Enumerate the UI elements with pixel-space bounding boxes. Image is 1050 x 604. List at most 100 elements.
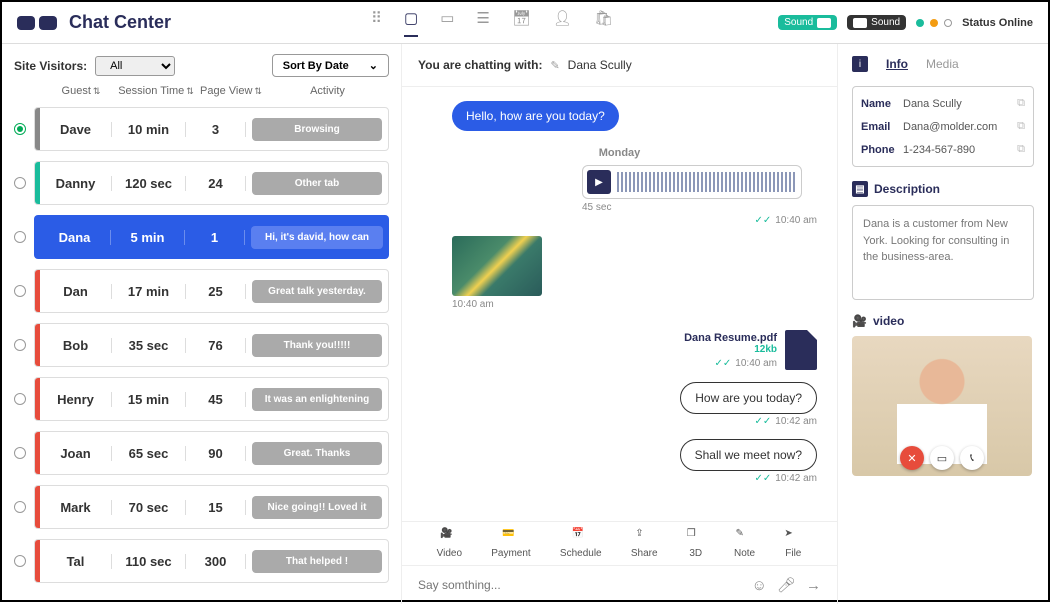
radio-select[interactable] xyxy=(14,339,26,351)
status-dot-yellow xyxy=(930,19,938,27)
tool-payment[interactable]: 💳Payment xyxy=(491,528,530,559)
contact-phone: 1-234-567-890 xyxy=(903,144,1017,156)
chat-contact-name: Dana Scully xyxy=(568,58,632,72)
bag-icon[interactable]: 🛍︎ xyxy=(594,9,613,37)
radio-select[interactable] xyxy=(14,285,26,297)
visitors-filter[interactable]: All xyxy=(95,56,175,76)
visitor-card[interactable]: Mark 70 sec 15 Nice going!! Loved it xyxy=(34,485,389,529)
radio-select[interactable] xyxy=(14,447,26,459)
status-text: Status Online xyxy=(962,17,1033,29)
tab-info[interactable]: Info xyxy=(886,57,908,71)
tool-note[interactable]: ✎Note xyxy=(734,528,755,559)
sort-button[interactable]: Sort By Date⌄ xyxy=(272,54,389,77)
day-separator: Monday xyxy=(422,147,817,159)
visitor-session: 35 sec xyxy=(112,338,186,353)
video-preview[interactable]: ✕ ▭ 📞︎ xyxy=(852,336,1032,476)
visitor-card[interactable]: Joan 65 sec 90 Great. Thanks xyxy=(34,431,389,475)
visitor-card[interactable]: Bob 35 sec 76 Thank you!!!!! xyxy=(34,323,389,367)
visitor-activity: Great talk yesterday. xyxy=(252,280,382,303)
visitor-row[interactable]: Henry 15 min 45 It was an enlightening xyxy=(14,377,389,421)
visitor-session: 70 sec xyxy=(112,500,186,515)
audio-player[interactable]: ▶ xyxy=(582,165,802,199)
radio-select[interactable] xyxy=(14,555,26,567)
visitor-row[interactable]: Dave 10 min 3 Browsing xyxy=(14,107,389,151)
message-incoming: How are you today? xyxy=(680,382,817,414)
copy-icon[interactable]: ⧉ xyxy=(1017,143,1025,156)
visitor-name: Danny xyxy=(40,176,112,191)
visitor-row[interactable]: Dan 17 min 25 Great talk yesterday. xyxy=(14,269,389,313)
visitor-row[interactable]: Mark 70 sec 15 Nice going!! Loved it xyxy=(14,485,389,529)
chat-body: Hello, how are you today? Monday ▶ 45 se… xyxy=(402,87,837,521)
tab-media[interactable]: Media xyxy=(926,57,959,71)
chat-toolbar: 🎥Video 💳Payment 📅Schedule ⇪Share ❒3D ✎No… xyxy=(402,521,837,565)
video-toggle-button[interactable]: ▭ xyxy=(930,446,954,470)
visitor-card[interactable]: Tal 110 sec 300 That helped ! xyxy=(34,539,389,583)
visitor-session: 120 sec xyxy=(112,176,186,191)
pencil-icon[interactable]: ✎ xyxy=(550,59,559,72)
visitor-list: Dave 10 min 3 Browsing Danny 120 sec 24 … xyxy=(14,107,389,583)
list-icon[interactable]: ☰ xyxy=(476,9,489,37)
user-icon[interactable]: 👤︎ xyxy=(553,9,572,37)
visitors-panel: Site Visitors: All Sort By Date⌄ Guest⇅ … xyxy=(2,44,402,604)
visitor-card[interactable]: Dan 17 min 25 Great talk yesterday. xyxy=(34,269,389,313)
visitor-card[interactable]: Danny 120 sec 24 Other tab xyxy=(34,161,389,205)
audio-duration: 45 sec xyxy=(582,202,817,213)
radio-select[interactable] xyxy=(14,123,26,135)
visitor-row[interactable]: Joan 65 sec 90 Great. Thanks xyxy=(14,431,389,475)
message-input[interactable] xyxy=(418,578,742,592)
tool-file[interactable]: ➤File xyxy=(784,528,802,559)
sound-off-button[interactable]: Sound xyxy=(847,15,906,30)
calendar-icon[interactable]: 📅︎ xyxy=(512,9,531,37)
tool-video[interactable]: 🎥Video xyxy=(437,528,462,559)
message-outgoing: Hello, how are you today? xyxy=(452,101,619,131)
visitor-name: Henry xyxy=(40,392,112,407)
radio-select[interactable] xyxy=(14,501,26,513)
sort-icon[interactable]: ⇅ xyxy=(186,86,194,96)
visitor-activity: Nice going!! Loved it xyxy=(252,496,382,519)
chat-header: You are chatting with: ✎ Dana Scully xyxy=(402,44,837,87)
visitor-card[interactable]: Dana 5 min 1 Hi, it's david, how can xyxy=(34,215,389,259)
emoji-icon[interactable]: ☺ xyxy=(752,577,767,594)
radio-select[interactable] xyxy=(14,393,26,405)
info-panel: i Info Media NameDana Scully⧉ EmailDana@… xyxy=(838,44,1048,604)
visitor-session: 5 min xyxy=(111,230,185,245)
visitor-card[interactable]: Henry 15 min 45 It was an enlightening xyxy=(34,377,389,421)
play-icon[interactable]: ▶ xyxy=(587,170,611,194)
visitor-row[interactable]: Tal 110 sec 300 That helped ! xyxy=(14,539,389,583)
mic-icon[interactable]: 🎤︎ xyxy=(777,576,796,594)
send-icon[interactable]: → xyxy=(806,577,821,594)
file-message[interactable]: Dana Resume.pdf 12kb ✓✓10:40 am xyxy=(622,330,817,370)
audio-toggle-button[interactable]: 📞︎ xyxy=(960,446,984,470)
visitor-row[interactable]: Danny 120 sec 24 Other tab xyxy=(14,161,389,205)
visitor-card[interactable]: Dave 10 min 3 Browsing xyxy=(34,107,389,151)
visitor-activity: Thank you!!!!! xyxy=(252,334,382,357)
visitor-activity: Hi, it's david, how can xyxy=(251,226,383,249)
card-icon[interactable]: ▭ xyxy=(440,9,454,37)
tool-schedule[interactable]: 📅Schedule xyxy=(560,528,602,559)
visitor-name: Tal xyxy=(40,554,112,569)
message-time: 10:42 am xyxy=(775,473,817,484)
tool-3d[interactable]: ❒3D xyxy=(687,528,705,559)
chat-icon[interactable]: ▢ xyxy=(404,9,418,37)
visitor-session: 65 sec xyxy=(112,446,186,461)
cube-icon: ❒ xyxy=(687,528,705,546)
image-thumbnail[interactable] xyxy=(452,236,542,296)
visitor-activity: Other tab xyxy=(252,172,382,195)
visitor-session: 110 sec xyxy=(112,554,186,569)
visitor-name: Mark xyxy=(40,500,112,515)
end-call-button[interactable]: ✕ xyxy=(900,446,924,470)
tool-share[interactable]: ⇪Share xyxy=(631,528,658,559)
radio-select[interactable] xyxy=(14,231,26,243)
radio-select[interactable] xyxy=(14,177,26,189)
visitor-row[interactable]: Dana 5 min 1 Hi, it's david, how can xyxy=(14,215,389,259)
visitor-activity: It was an enlightening xyxy=(252,388,382,411)
copy-icon[interactable]: ⧉ xyxy=(1017,120,1025,133)
copy-icon[interactable]: ⧉ xyxy=(1017,97,1025,110)
visitors-label: Site Visitors: xyxy=(14,59,87,73)
grid-icon[interactable]: ⠿ xyxy=(371,9,382,37)
sort-icon[interactable]: ⇅ xyxy=(93,86,101,96)
visitor-row[interactable]: Bob 35 sec 76 Thank you!!!!! xyxy=(14,323,389,367)
sort-icon[interactable]: ⇅ xyxy=(254,86,262,96)
visitor-activity: Great. Thanks xyxy=(252,442,382,465)
sound-on-button[interactable]: Sound xyxy=(778,15,837,30)
